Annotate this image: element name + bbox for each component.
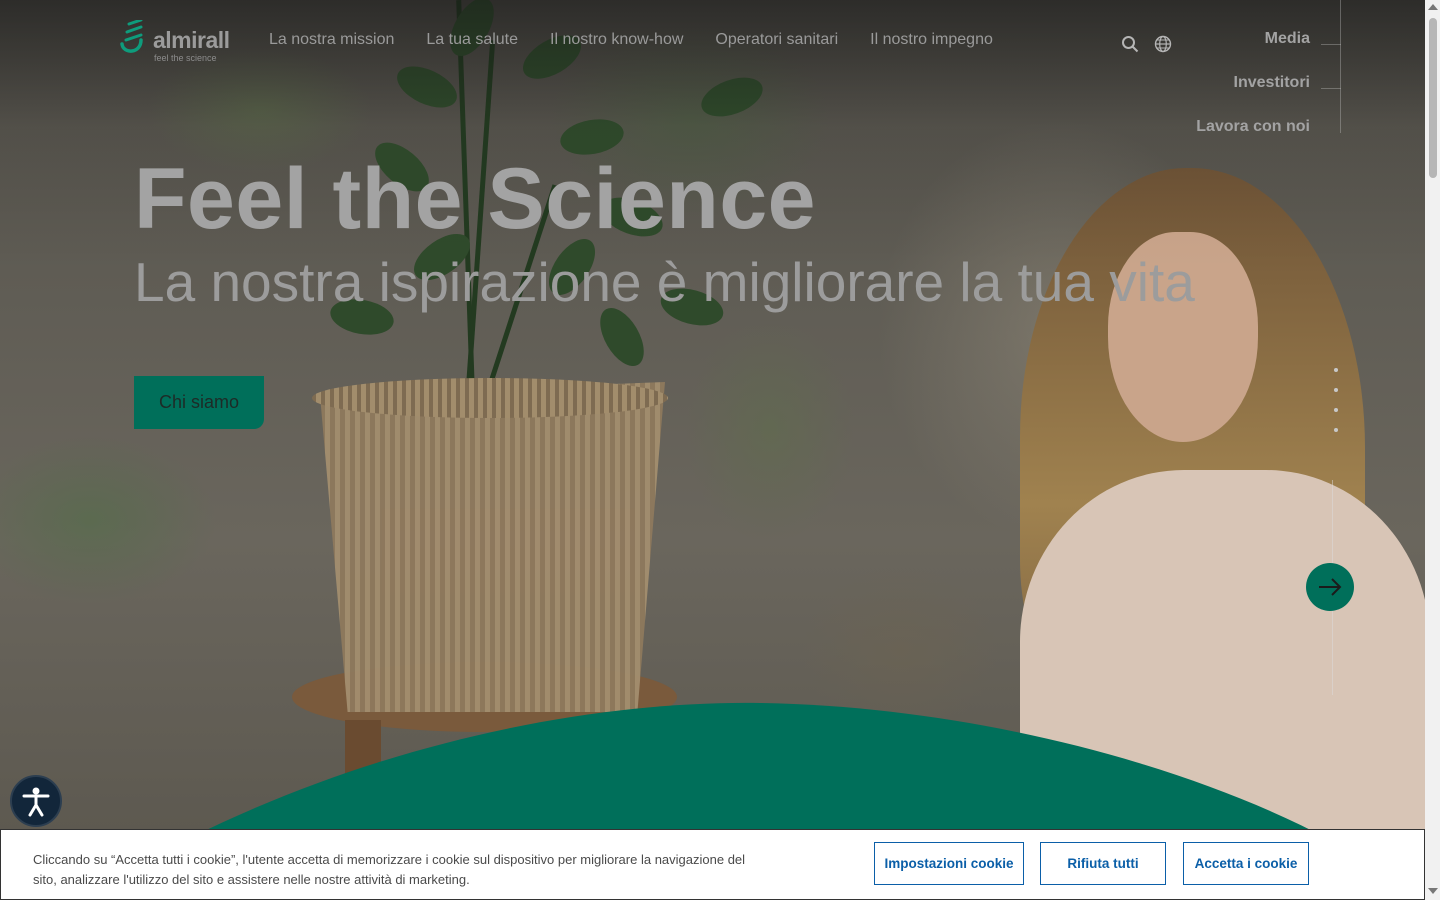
side-links-tick [1321, 44, 1341, 45]
side-links-tick [1321, 88, 1341, 89]
scrollbar-thumb[interactable] [1429, 18, 1437, 178]
nav-item-commitment[interactable]: Il nostro impegno [870, 31, 993, 49]
cookie-text: Cliccando su “Accetta tutti i cookie”, l… [33, 852, 746, 887]
nav-item-know-how[interactable]: Il nostro know-how [550, 31, 683, 49]
logo-tagline: feel the science [154, 53, 217, 63]
slider-dot[interactable] [1334, 368, 1338, 372]
nav-item-healthcare-operators[interactable]: Operatori sanitari [715, 31, 838, 49]
side-links-divider [1340, 0, 1341, 133]
slider-dot[interactable] [1334, 428, 1338, 432]
search-icon[interactable] [1121, 35, 1139, 53]
cookie-banner: Cliccando su “Accetta tutti i cookie”, l… [0, 829, 1425, 900]
logo-wordmark: almirall [153, 27, 230, 53]
next-slide-button[interactable] [1306, 563, 1354, 611]
accessibility-button[interactable] [10, 775, 62, 827]
globe-icon[interactable] [1154, 35, 1172, 53]
cookie-settings-button[interactable]: Impostazioni cookie [874, 842, 1024, 885]
chi-siamo-button[interactable]: Chi siamo [134, 376, 264, 429]
nav-item-health[interactable]: La tua salute [426, 31, 518, 49]
slider-dot[interactable] [1334, 388, 1338, 392]
secondary-nav: Media Investitori Lavora con noi [1196, 30, 1310, 162]
hero-subtitle: La nostra ispirazione è migliorare la tu… [134, 251, 1195, 313]
slider-pagination [1334, 368, 1340, 448]
link-media[interactable]: Media [1196, 30, 1310, 74]
slider-dot[interactable] [1334, 408, 1338, 412]
scroll-down-icon[interactable] [1428, 888, 1438, 894]
accessibility-icon [22, 787, 50, 817]
link-careers[interactable]: Lavora con noi [1196, 118, 1310, 162]
accept-cookies-button[interactable]: Accetta i cookie [1183, 842, 1309, 885]
nav-item-mission[interactable]: La nostra mission [269, 31, 394, 49]
hero-title: Feel the Science [134, 151, 816, 247]
main-nav: La nostra mission La tua salute Il nostr… [269, 31, 1025, 49]
reject-cookies-button[interactable]: Rifiuta tutti [1040, 842, 1166, 885]
arrow-right-icon [1319, 578, 1342, 596]
link-investors[interactable]: Investitori [1196, 74, 1310, 118]
scroll-up-icon[interactable] [1428, 4, 1438, 10]
